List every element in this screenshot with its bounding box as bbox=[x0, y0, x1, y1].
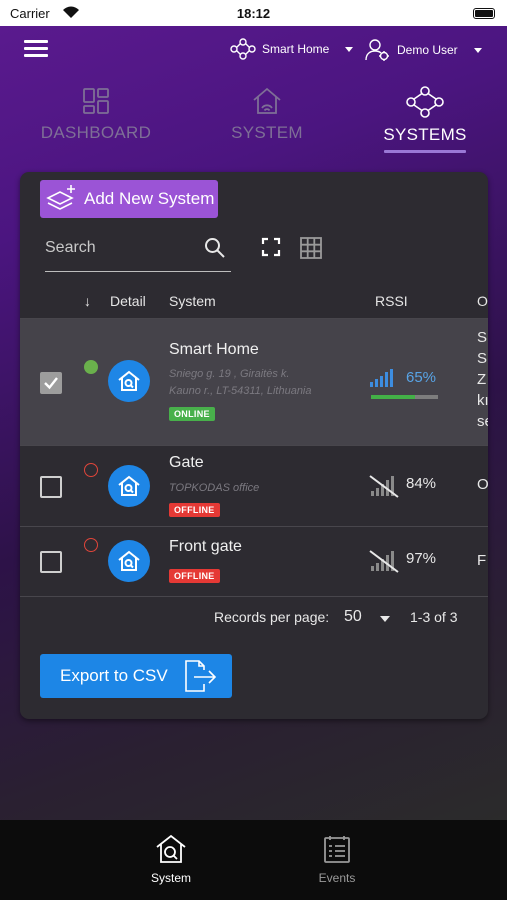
main-nav: DASHBOARD SYSTEM SYSTEMS bbox=[0, 86, 507, 156]
systems-card: Add New System Search ↓ Detail System RS… bbox=[20, 172, 488, 719]
status-badge: OFFLINE bbox=[169, 503, 220, 517]
grid-view-icon[interactable] bbox=[299, 236, 323, 260]
active-tab-indicator bbox=[384, 150, 466, 153]
home-search-icon bbox=[118, 550, 140, 571]
bottom-tab-label: Events bbox=[318, 871, 356, 885]
row-checkbox[interactable] bbox=[40, 476, 62, 498]
bottom-tab-bar: System Events bbox=[0, 820, 507, 900]
records-per-page-select[interactable]: 50 bbox=[344, 608, 362, 626]
rssi-value: 84% bbox=[406, 475, 437, 492]
bottom-tab-label: System bbox=[150, 871, 191, 885]
tab-systems[interactable]: SYSTEMS bbox=[350, 86, 500, 153]
column-header-rssi[interactable]: RSSI bbox=[375, 293, 408, 309]
status-bar: Carrier 18:12 bbox=[0, 0, 507, 26]
add-system-button[interactable]: Add New System bbox=[40, 180, 218, 218]
rssi-progress-fill bbox=[371, 395, 415, 399]
table-row[interactable]: Gate TOPKODAS office OFFLINE 84% O bbox=[20, 445, 488, 526]
user-label: Demo User bbox=[397, 43, 458, 57]
battery-icon bbox=[473, 8, 495, 19]
other-column-value: O bbox=[477, 476, 488, 493]
sort-arrow-icon[interactable]: ↓ bbox=[84, 293, 91, 309]
user-selector[interactable]: Demo User bbox=[365, 38, 482, 62]
rssi-value: 97% bbox=[406, 550, 437, 567]
other-column-value: S S Z kı se bbox=[477, 329, 488, 430]
column-header-detail[interactable]: Detail bbox=[110, 293, 146, 309]
system-name: Gate bbox=[169, 454, 204, 471]
bottom-tab-events[interactable]: Events bbox=[287, 834, 387, 885]
network-icon bbox=[230, 38, 256, 60]
user-gear-icon bbox=[365, 39, 389, 61]
status-badge: OFFLINE bbox=[169, 569, 220, 583]
chevron-down-icon[interactable] bbox=[380, 616, 390, 622]
tab-system[interactable]: SYSTEM bbox=[192, 86, 342, 143]
search-field[interactable]: Search bbox=[45, 232, 231, 272]
location-label: Smart Home bbox=[262, 42, 330, 56]
page-range: 1-3 of 3 bbox=[410, 609, 458, 625]
rssi-value: 65% bbox=[406, 369, 437, 386]
home-search-icon bbox=[118, 370, 140, 391]
signal-off-icon bbox=[369, 475, 399, 498]
location-selector[interactable]: Smart Home bbox=[230, 38, 354, 60]
system-address: TOPKODAS office bbox=[169, 482, 260, 494]
tab-label: SYSTEM bbox=[231, 123, 303, 142]
top-bar: Smart Home Demo User bbox=[0, 26, 507, 76]
status-dot bbox=[84, 463, 98, 477]
home-search-icon bbox=[156, 834, 186, 863]
records-per-page-label: Records per page: bbox=[214, 609, 330, 625]
status-dot bbox=[84, 360, 98, 374]
fullscreen-icon[interactable] bbox=[260, 236, 282, 258]
menu-icon[interactable] bbox=[24, 40, 48, 58]
signal-bars-icon bbox=[370, 369, 393, 387]
table-header: ↓ Detail System RSSI O bbox=[20, 282, 488, 318]
detail-button[interactable] bbox=[108, 540, 150, 582]
layers-plus-icon bbox=[46, 185, 75, 210]
home-search-icon bbox=[118, 475, 140, 496]
add-system-label: Add New System bbox=[84, 189, 215, 208]
status-badge: ONLINE bbox=[169, 407, 215, 421]
system-name: Smart Home bbox=[169, 341, 259, 358]
file-export-icon bbox=[184, 660, 216, 692]
system-address: Sniego g. 19 , Giraitės k. Kauno r., LT-… bbox=[169, 368, 312, 397]
clock: 18:12 bbox=[236, 6, 271, 21]
detail-button[interactable] bbox=[108, 465, 150, 507]
chevron-down-icon bbox=[473, 47, 482, 53]
bottom-tab-system[interactable]: System bbox=[121, 834, 221, 885]
pagination: Records per page: 50 1-3 of 3 bbox=[20, 596, 488, 636]
tab-dashboard[interactable]: DASHBOARD bbox=[21, 86, 171, 143]
status-dot bbox=[84, 538, 98, 552]
column-header-other[interactable]: O bbox=[477, 293, 488, 309]
table-row[interactable]: Smart Home Sniego g. 19 , Giraitės k. Ka… bbox=[20, 318, 488, 445]
row-checkbox[interactable] bbox=[40, 551, 62, 573]
home-wifi-icon bbox=[253, 87, 281, 114]
signal-off-icon bbox=[369, 550, 399, 573]
search-input[interactable]: Search bbox=[45, 239, 96, 257]
chevron-down-icon bbox=[345, 46, 354, 52]
export-csv-label: Export to CSV bbox=[60, 666, 168, 685]
rssi-progress bbox=[371, 395, 438, 399]
other-column-value: F bbox=[477, 552, 487, 569]
table-row[interactable]: Front gate OFFLINE 97% F bbox=[20, 526, 488, 596]
search-icon[interactable] bbox=[203, 236, 227, 260]
check-icon bbox=[44, 377, 58, 390]
row-checkbox[interactable] bbox=[40, 372, 62, 394]
network-icon bbox=[406, 86, 444, 118]
detail-button[interactable] bbox=[108, 360, 150, 402]
column-header-system[interactable]: System bbox=[169, 293, 216, 309]
events-list-icon bbox=[324, 836, 350, 863]
tab-label: SYSTEMS bbox=[383, 125, 467, 144]
tab-label: DASHBOARD bbox=[40, 123, 152, 142]
export-csv-button[interactable]: Export to CSV bbox=[40, 654, 232, 698]
system-name: Front gate bbox=[169, 538, 242, 555]
dashboard-grid-icon bbox=[83, 88, 109, 114]
